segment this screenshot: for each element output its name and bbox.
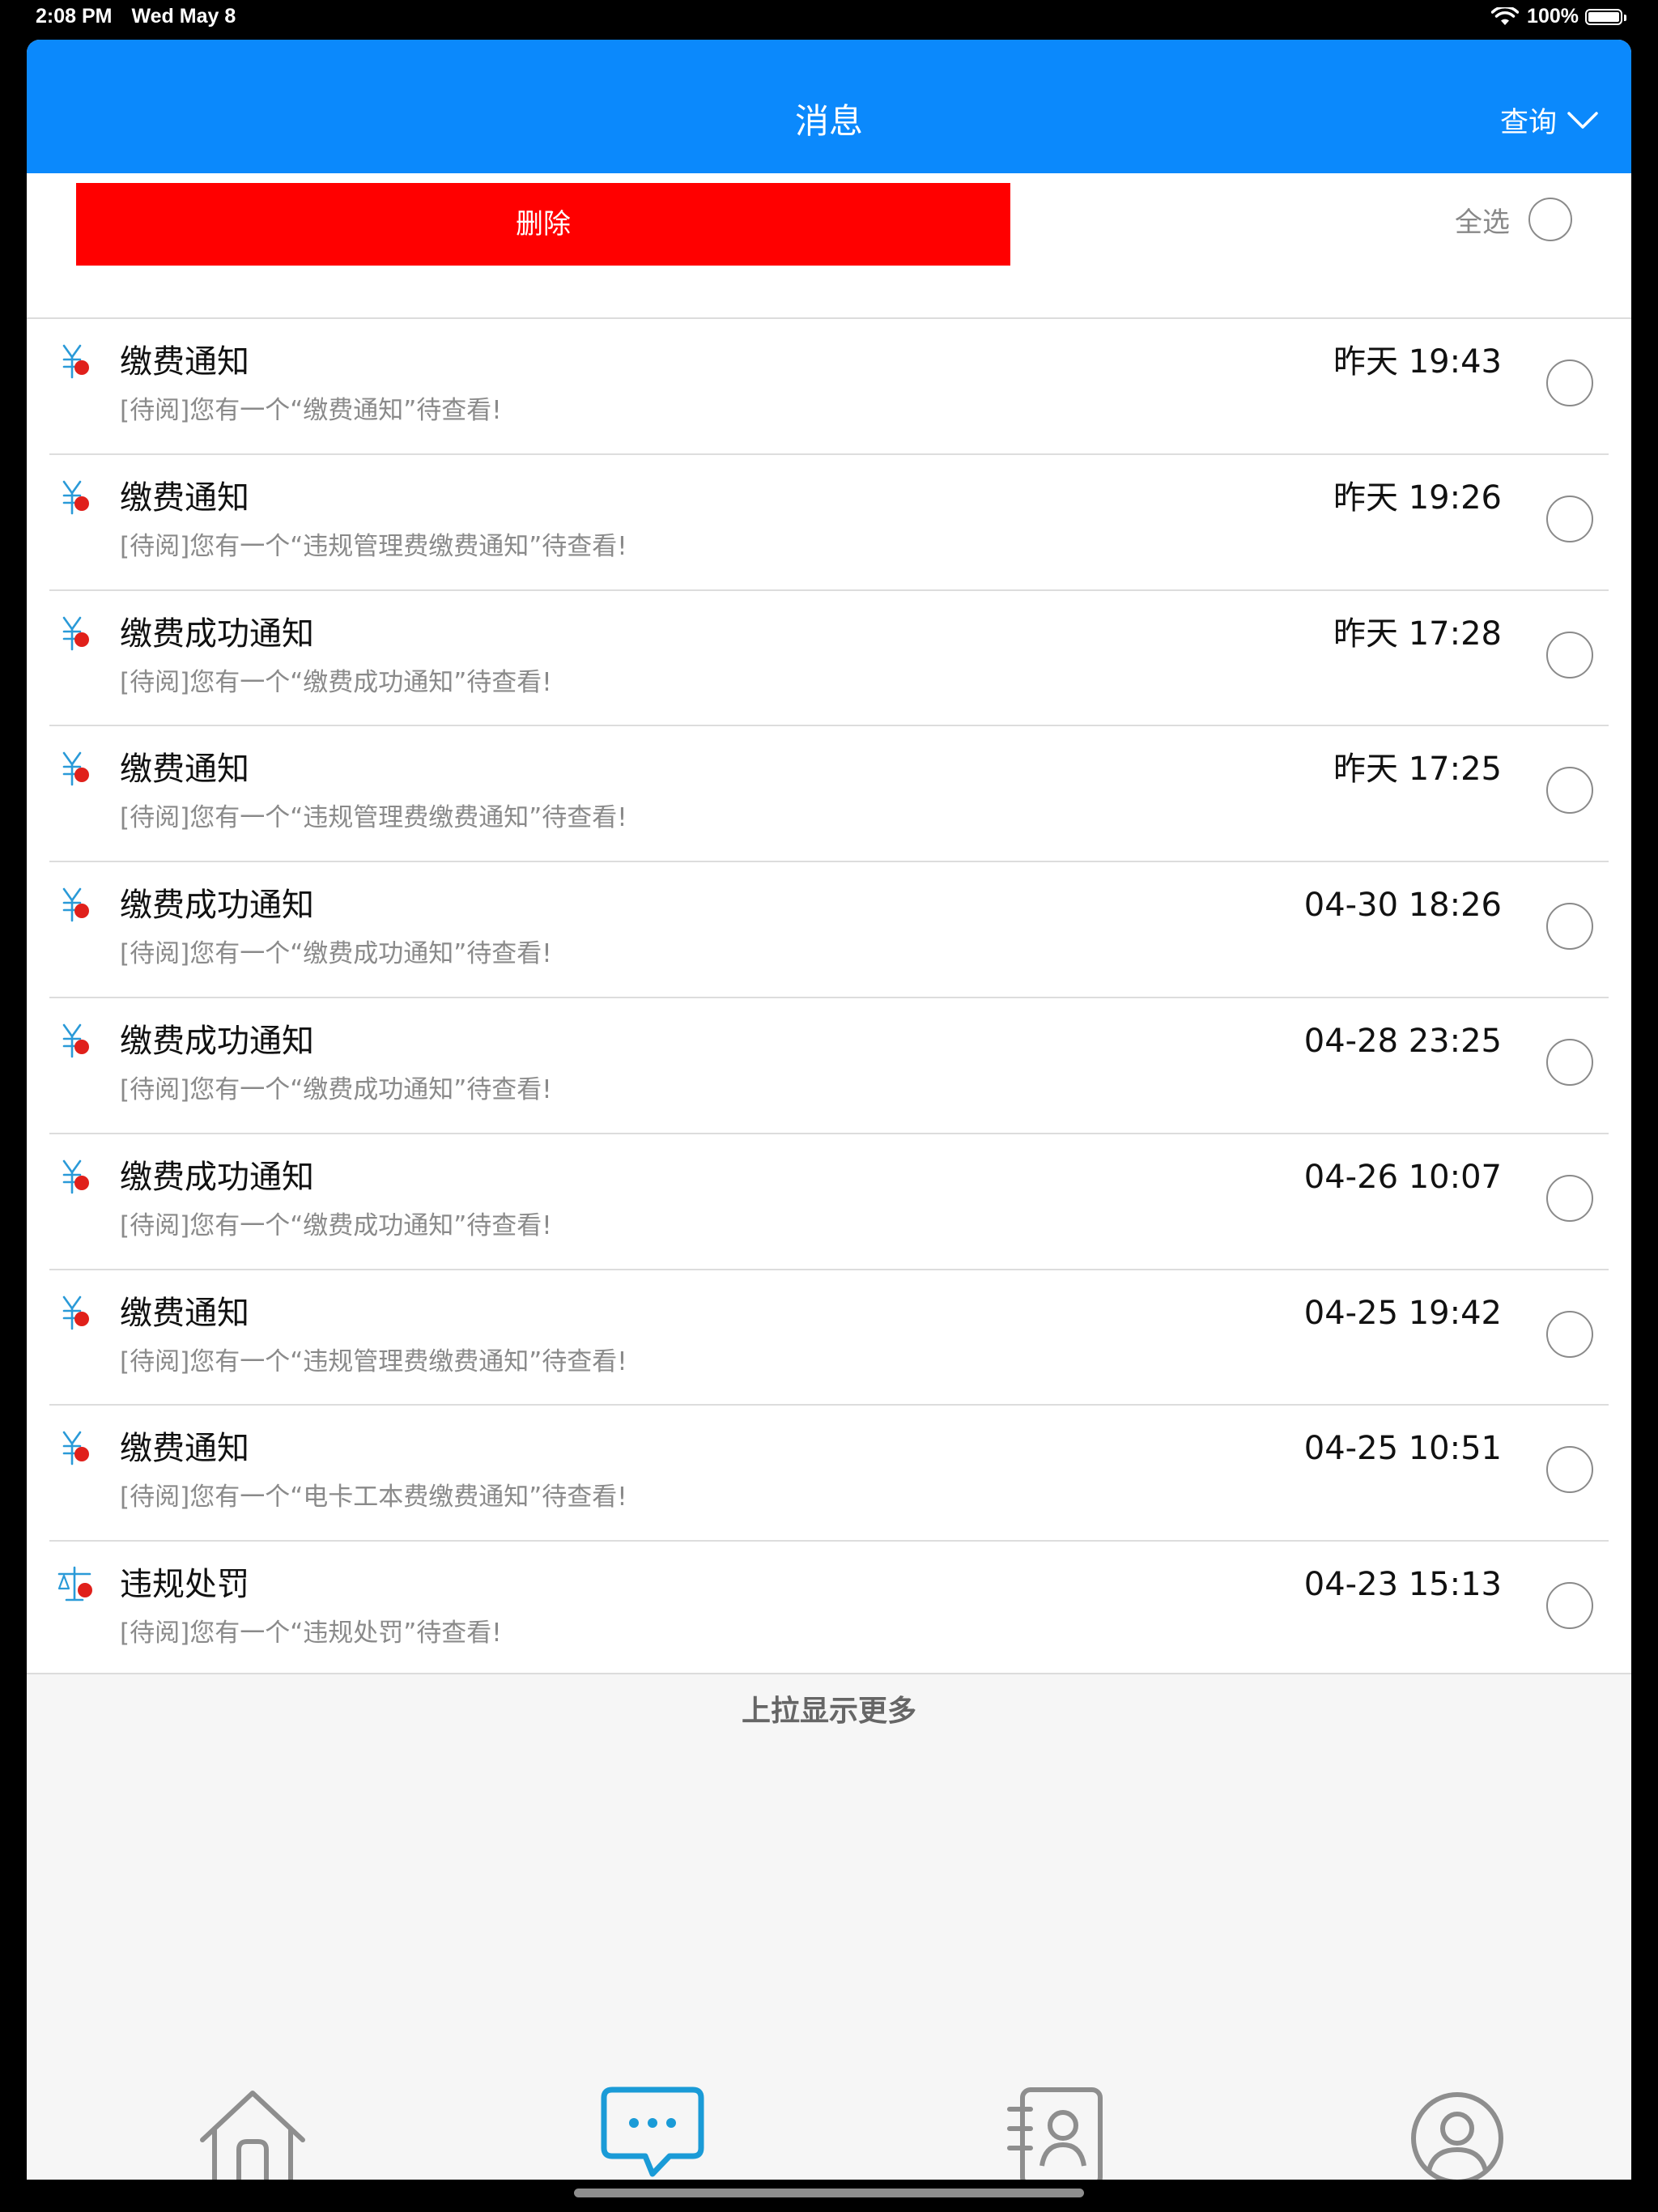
- message-row[interactable]: 违规处罚 04-23 15:13 [待阅]您有一个“违规处罚”待查看!: [27, 1542, 1631, 1678]
- status-date: Wed May 8: [131, 5, 236, 28]
- message-select-radio[interactable]: [1546, 903, 1593, 951]
- wifi-icon: [1491, 6, 1520, 25]
- select-all-label[interactable]: 全选: [1455, 206, 1510, 240]
- message-preview: [待阅]您有一个“违规管理费缴费通知”待查看!: [120, 803, 627, 833]
- message-title: 违规处罚: [120, 1566, 249, 1604]
- message-title: 缴费通知: [120, 343, 249, 381]
- message-select-radio[interactable]: [1546, 495, 1593, 542]
- message-time: 04-26 10:07: [1303, 1158, 1502, 1196]
- message-preview: [待阅]您有一个“缴费成功通知”待查看!: [120, 667, 552, 697]
- message-select-radio[interactable]: [1546, 359, 1593, 406]
- yuan-icon: [56, 342, 96, 382]
- nav-bar: 消息 查询: [27, 40, 1631, 173]
- message-time: 04-25 10:51: [1303, 1430, 1502, 1468]
- message-row[interactable]: 缴费通知 昨天 17:25 [待阅]您有一个“违规管理费缴费通知”待查看!: [27, 726, 1631, 863]
- message-time: 昨天 17:25: [1333, 751, 1502, 789]
- battery-icon: [1585, 8, 1626, 25]
- message-icon: [601, 2087, 704, 2177]
- message-preview: [待阅]您有一个“缴费通知”待查看!: [120, 396, 502, 425]
- load-more-hint: 上拉显示更多: [741, 1695, 916, 1728]
- message-preview: [待阅]您有一个“缴费成功通知”待查看!: [120, 939, 552, 969]
- yuan-icon: [56, 1293, 96, 1334]
- message-row[interactable]: 缴费通知 昨天 19:26 [待阅]您有一个“违规管理费缴费通知”待查看!: [27, 455, 1631, 591]
- yuan-icon: [56, 478, 96, 518]
- tab-home[interactable]: [192, 2087, 313, 2180]
- yuan-icon: [56, 1428, 96, 1469]
- message-title: 缴费成功通知: [120, 615, 314, 653]
- message-select-radio[interactable]: [1546, 1039, 1593, 1086]
- message-title: 缴费通知: [120, 1430, 249, 1468]
- message-preview: [待阅]您有一个“违规管理费缴费通知”待查看!: [120, 1346, 627, 1376]
- message-preview: [待阅]您有一个“缴费成功通知”待查看!: [120, 1210, 552, 1240]
- message-title: 缴费成功通知: [120, 887, 314, 925]
- message-time: 04-30 18:26: [1303, 887, 1502, 925]
- message-row[interactable]: 缴费成功通知 04-30 18:26 [待阅]您有一个“缴费成功通知”待查看!: [27, 862, 1631, 998]
- message-time: 昨天 19:43: [1333, 343, 1502, 381]
- message-preview: [待阅]您有一个“缴费成功通知”待查看!: [120, 1075, 552, 1104]
- select-all-radio[interactable]: [1528, 198, 1572, 241]
- yuan-icon: [56, 1021, 96, 1061]
- message-title: 缴费成功通知: [120, 1158, 314, 1196]
- chevron-down-icon: [1567, 112, 1598, 129]
- profile-icon: [1411, 2092, 1503, 2180]
- yuan-icon: [56, 1157, 96, 1197]
- query-label: 查询: [1499, 107, 1557, 139]
- message-title: 缴费通知: [120, 1294, 249, 1332]
- status-time: 2:08 PM Wed May 8: [36, 5, 236, 28]
- query-button[interactable]: 查询: [1500, 106, 1599, 140]
- message-time: 昨天 19:26: [1333, 479, 1502, 517]
- status-clock: 2:08 PM: [36, 5, 113, 28]
- status-indicators: 100%: [1491, 5, 1626, 28]
- yuan-icon: [56, 614, 96, 654]
- message-select-radio[interactable]: [1546, 1310, 1593, 1358]
- message-row[interactable]: 缴费成功通知 04-28 23:25 [待阅]您有一个“缴费成功通知”待查看!: [27, 998, 1631, 1134]
- message-row[interactable]: 缴费成功通知 昨天 17:28 [待阅]您有一个“缴费成功通知”待查看!: [27, 591, 1631, 727]
- message-preview: [待阅]您有一个“违规管理费缴费通知”待查看!: [120, 531, 627, 561]
- message-title: 缴费通知: [120, 751, 249, 789]
- contacts-icon: [1007, 2087, 1103, 2180]
- message-time: 04-23 15:13: [1303, 1566, 1502, 1604]
- status-bar: 2:08 PM Wed May 8 100%: [0, 0, 1658, 39]
- message-preview: [待阅]您有一个“电卡工本费缴费通知”待查看!: [120, 1482, 627, 1512]
- tab-contacts[interactable]: [993, 2087, 1115, 2180]
- message-select-radio[interactable]: [1546, 767, 1593, 815]
- message-time: 04-28 23:25: [1303, 1023, 1502, 1060]
- message-row[interactable]: 缴费通知 昨天 19:43 [待阅]您有一个“缴费通知”待查看!: [27, 319, 1631, 455]
- message-select-radio[interactable]: [1546, 631, 1593, 678]
- home-indicator[interactable]: [574, 2189, 1084, 2197]
- message-select-radio[interactable]: [1546, 1446, 1593, 1494]
- message-select-radio[interactable]: [1546, 1174, 1593, 1222]
- message-list: 缴费通知 昨天 19:43 [待阅]您有一个“缴费通知”待查看! 缴费通知 昨天 19:…: [27, 319, 1631, 1674]
- message-title: 缴费成功通知: [120, 1023, 314, 1060]
- message-title: 缴费通知: [120, 479, 249, 517]
- yuan-icon: [56, 885, 96, 925]
- message-row[interactable]: 缴费通知 04-25 10:51 [待阅]您有一个“电卡工本费缴费通知”待查看!: [27, 1406, 1631, 1542]
- yuan-icon: [56, 749, 96, 789]
- scale-icon: [56, 1564, 96, 1605]
- home-icon: [200, 2091, 305, 2180]
- message-preview: [待阅]您有一个“违规处罚”待查看!: [120, 1619, 502, 1648]
- battery-percent: 100%: [1527, 5, 1579, 28]
- tab-bar: [27, 2087, 1631, 2180]
- delete-button[interactable]: 删除: [76, 183, 1010, 266]
- message-row[interactable]: 缴费通知 04-25 19:42 [待阅]您有一个“违规管理费缴费通知”待查看!: [27, 1270, 1631, 1406]
- message-select-radio[interactable]: [1546, 1582, 1593, 1630]
- tab-messages[interactable]: [592, 2087, 713, 2180]
- message-time: 昨天 17:28: [1333, 615, 1502, 653]
- selection-toolbar: 删除 全选: [27, 173, 1631, 319]
- tab-profile[interactable]: [1397, 2087, 1518, 2180]
- message-row[interactable]: 缴费成功通知 04-26 10:07 [待阅]您有一个“缴费成功通知”待查看!: [27, 1134, 1631, 1270]
- page-title: 消息: [794, 101, 863, 141]
- message-time: 04-25 19:42: [1303, 1294, 1502, 1332]
- app-window: 消息 查询 删除 全选 缴费通知 昨天 19:43 [待阅]您有一个“缴费通知”待查…: [27, 40, 1631, 2180]
